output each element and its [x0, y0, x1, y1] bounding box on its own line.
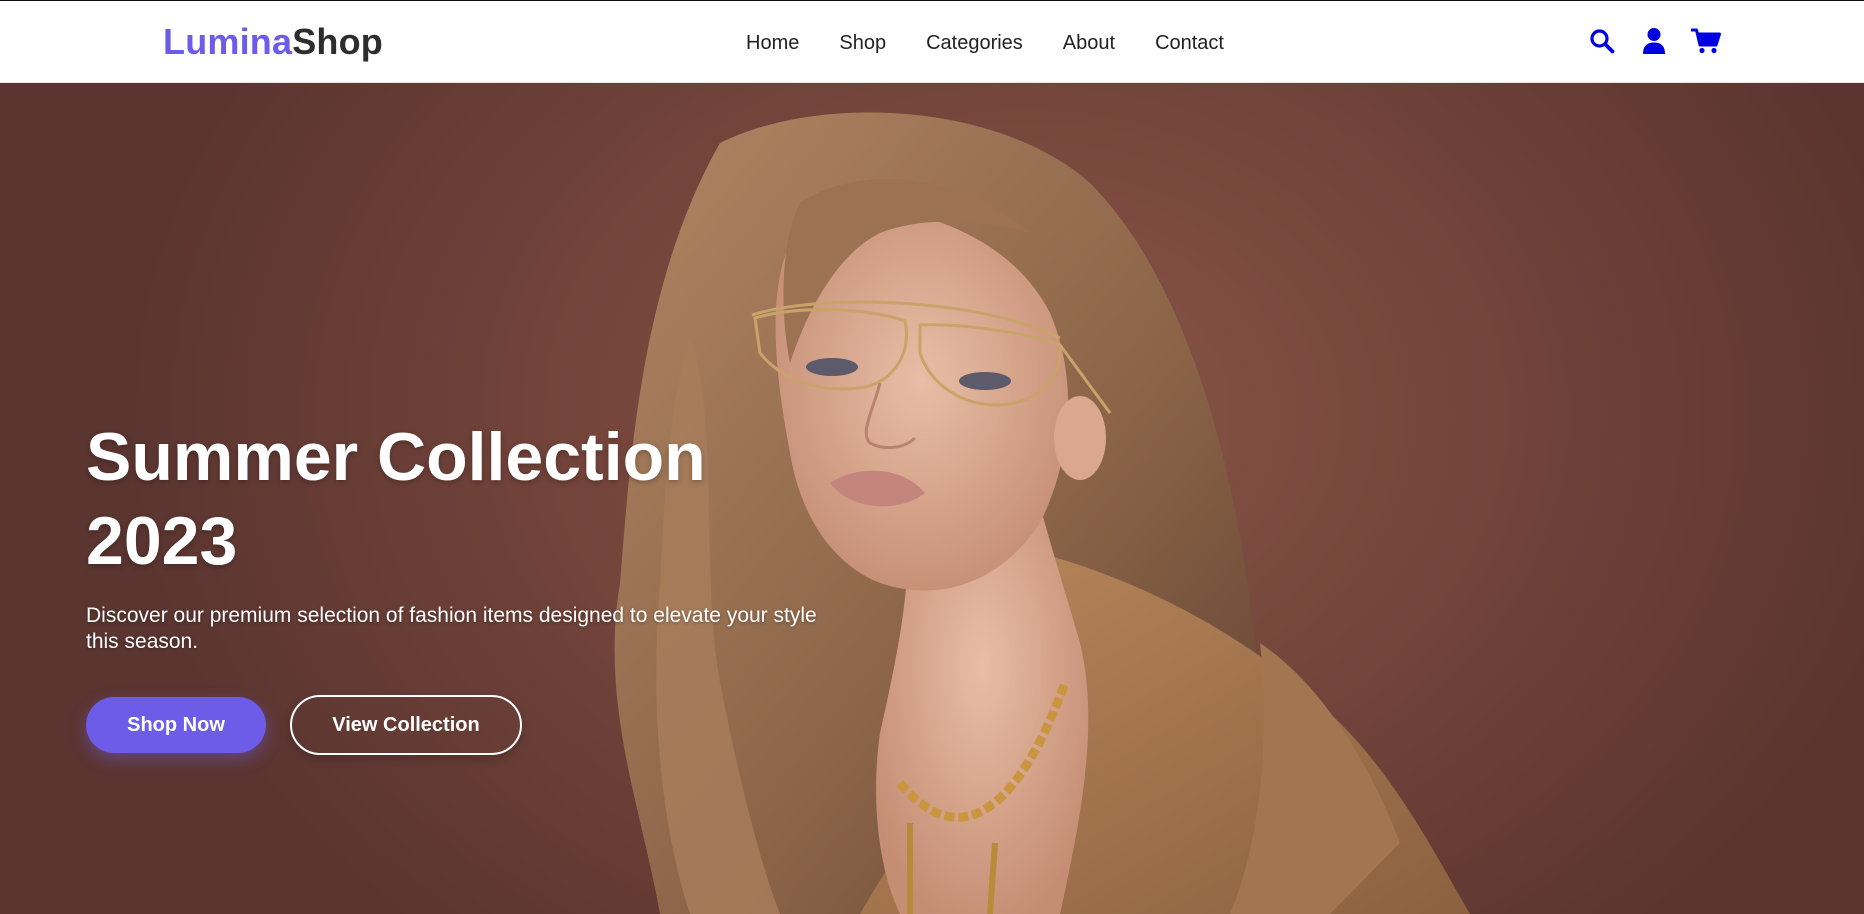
header-actions [1587, 26, 1721, 56]
cart-button[interactable] [1691, 26, 1721, 56]
shop-now-button[interactable]: Shop Now [86, 697, 266, 753]
nav-link-about[interactable]: About [1063, 30, 1115, 56]
nav-link-home[interactable]: Home [746, 30, 799, 56]
brand-name-part2: Shop [292, 21, 384, 62]
account-button[interactable] [1639, 26, 1669, 56]
nav-link-shop[interactable]: Shop [839, 30, 886, 56]
hero-title-line1: Summer Collection [86, 419, 706, 495]
user-icon [1643, 28, 1665, 54]
search-button[interactable] [1587, 26, 1617, 56]
hero-banner: Summer Collection 2023 Discover our prem… [0, 83, 1864, 914]
nav-link-contact[interactable]: Contact [1155, 30, 1224, 56]
nav-link-categories[interactable]: Categories [926, 30, 1023, 56]
hero-description: Discover our premium selection of fashio… [86, 604, 817, 653]
hero-title-line2: 2023 [86, 503, 238, 579]
cart-icon [1691, 28, 1721, 54]
search-icon [1590, 29, 1615, 54]
view-collection-button[interactable]: View Collection [290, 695, 522, 755]
brand-name-part1: Lumina [163, 21, 293, 62]
hero-title: Summer Collection 2023 [86, 415, 806, 583]
brand-logo[interactable]: LuminaShop [163, 21, 383, 63]
main-nav: Home Shop Categories About Contact [746, 30, 1264, 56]
site-header: LuminaShop Home Shop Categories About Co… [0, 0, 1864, 83]
